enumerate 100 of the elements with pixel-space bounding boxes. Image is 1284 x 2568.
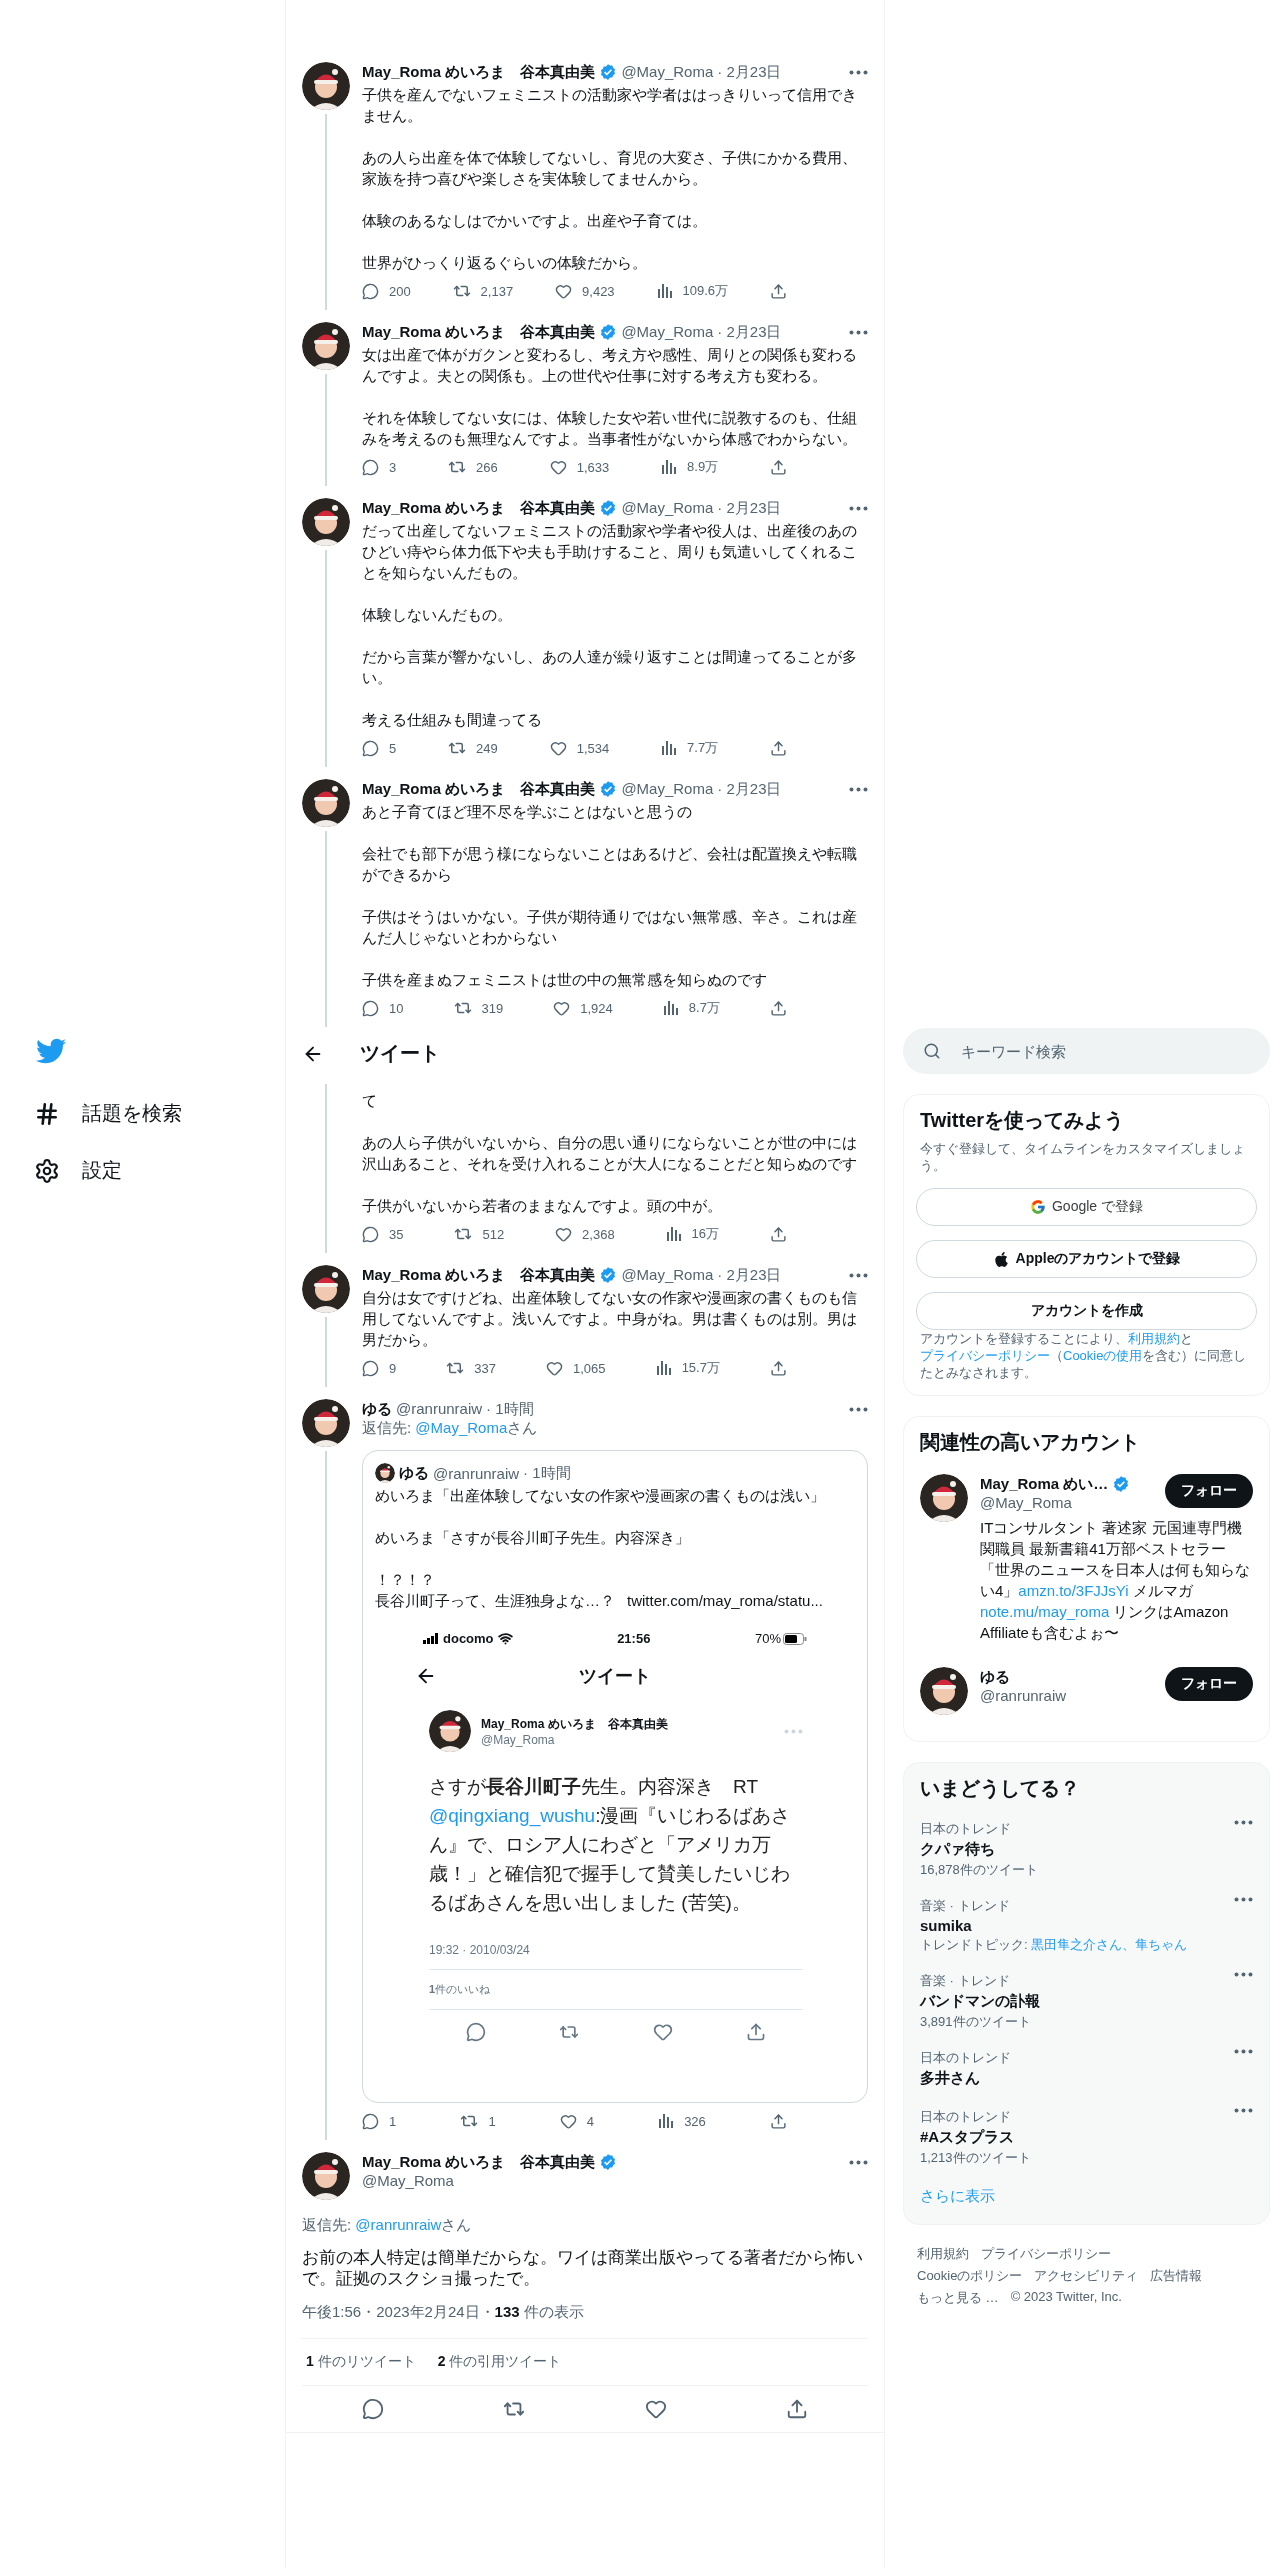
tweet-link[interactable]: twitter.com/may_roma/statu... [627, 1590, 823, 1611]
author-name[interactable]: May_Roma めいろま 谷本真由美 [362, 498, 596, 518]
tweet-text: あの人ら出産を体で体験してないし、育児の大変さ、子供にかかる費用、家族を持つ喜びや楽しさを実体験してませんから。 [362, 148, 858, 189]
author-name[interactable]: ゆる [362, 1399, 392, 1419]
reply-button[interactable]: 3 [362, 458, 397, 476]
views-button[interactable]: 8.7万 [662, 999, 720, 1017]
reply-button[interactable]: 35 [362, 1225, 404, 1243]
wifi-icon [497, 1631, 513, 1646]
reply-button[interactable]: 9 [362, 1359, 397, 1377]
share-button[interactable] [769, 2112, 787, 2130]
author-name[interactable]: May_Roma めいろま 谷本真由美 [362, 2152, 596, 2172]
more-icon[interactable] [1234, 1820, 1253, 1825]
trend-context: 音楽 · トレンド [920, 1897, 1011, 1915]
views-button[interactable]: 7.7万 [661, 739, 719, 757]
views-icon [661, 459, 678, 475]
views-button[interactable]: 109.6万 [656, 282, 729, 300]
more-icon[interactable] [1234, 1972, 1253, 1977]
footer-link[interactable]: 利用規約 [917, 2245, 969, 2263]
views-button[interactable]: 16万 [665, 1225, 720, 1243]
reply-icon [362, 458, 379, 476]
footer-link[interactable]: Cookieのポリシー [917, 2267, 1023, 2285]
trend-name[interactable]: sumika [920, 1917, 1234, 1934]
search-box[interactable]: キーワード検索 [903, 1028, 1270, 1074]
like-button[interactable]: 4 [559, 2112, 594, 2130]
retweet-button[interactable]: 1 [460, 2112, 496, 2130]
like-button[interactable]: 1,534 [549, 739, 610, 757]
like-button[interactable] [644, 2398, 667, 2420]
nav-item[interactable]: 設定 [34, 1153, 122, 1188]
more-icon[interactable] [1234, 2108, 1253, 2113]
nav-item[interactable]: 話題を検索 [34, 1096, 182, 1131]
more-icon[interactable] [1234, 2049, 1253, 2054]
reply-button[interactable]: 200 [362, 282, 411, 300]
account-name[interactable]: ゆる [980, 1667, 1010, 1687]
like-button[interactable]: 1,633 [549, 458, 610, 476]
retweet-button[interactable]: 319 [453, 999, 504, 1017]
like-button[interactable]: 2,368 [555, 1225, 615, 1243]
follow-button[interactable]: フォロー [1165, 1667, 1253, 1701]
author-handle: @May_Roma [621, 498, 714, 518]
more-icon[interactable] [849, 786, 868, 792]
author-handle: @May_Roma [621, 322, 714, 342]
engagement-link[interactable]: 2 件の引用ツイート [437, 2353, 562, 2371]
signup-button[interactable]: アカウントを作成 [916, 1292, 1257, 1330]
author-name[interactable]: May_Roma めいろま 谷本真由美 [362, 779, 596, 799]
engagement-link[interactable]: 1 件のリツイート [306, 2353, 416, 2371]
more-icon[interactable] [849, 69, 868, 75]
reply-button[interactable] [361, 2398, 384, 2420]
more-icon[interactable] [1234, 1897, 1253, 1902]
retweet-button[interactable]: 512 [454, 1225, 505, 1243]
more-icon[interactable] [849, 505, 868, 511]
account-name[interactable]: May_Roma めい… [980, 1474, 1109, 1494]
search-field[interactable]: キーワード検索 [959, 1041, 1250, 1061]
views-button[interactable]: 8.9万 [661, 458, 719, 476]
signup-button[interactable]: Google で登録 [916, 1188, 1257, 1226]
bird-logo[interactable] [36, 1036, 66, 1066]
retweet-button[interactable]: 266 [448, 458, 498, 476]
share-button[interactable] [770, 1225, 787, 1243]
share-button[interactable] [770, 999, 787, 1017]
reply-button[interactable]: 10 [362, 999, 404, 1017]
author-handle: @May_Roma [621, 62, 714, 82]
reply-button[interactable]: 5 [362, 739, 397, 757]
share-button[interactable] [770, 458, 787, 476]
author-name[interactable]: May_Roma めいろま 谷本真由美 [362, 322, 596, 342]
share-icon [770, 739, 787, 757]
tweet-text: て [362, 1091, 378, 1111]
share-button[interactable] [770, 739, 787, 757]
author-name[interactable]: May_Roma めいろま 谷本真由美 [362, 1265, 596, 1285]
like-button[interactable]: 9,423 [555, 282, 615, 300]
reply-button[interactable]: 1 [362, 2112, 397, 2130]
like-button[interactable]: 1,924 [553, 999, 613, 1017]
footer-link[interactable]: 広告情報 [1150, 2267, 1203, 2285]
retweet-button[interactable]: 337 [446, 1359, 496, 1377]
footer-link[interactable]: もっと見る … [917, 2289, 999, 2307]
views-button[interactable]: 15.7万 [655, 1359, 720, 1377]
signup-button[interactable]: Appleのアカウントで登録 [916, 1240, 1257, 1278]
tweet-text: あと子育てほど理不尽を学ぶことはないと思うの [362, 802, 693, 822]
trend-name[interactable]: クパァ待ち [920, 1840, 1234, 1859]
share-button[interactable] [769, 282, 787, 300]
more-icon[interactable] [849, 329, 868, 335]
tweet-time: · 2月23日 [717, 779, 782, 799]
views-icon [656, 283, 673, 299]
tweet-time: · 2月23日 [717, 498, 782, 518]
retweet-button[interactable]: 2,137 [452, 282, 514, 300]
more-icon[interactable] [849, 1272, 868, 1278]
views-button[interactable]: 326 [658, 2112, 706, 2130]
footer-link[interactable]: アクセシビリティ [1034, 2267, 1139, 2285]
more-icon[interactable] [849, 1406, 868, 1412]
like-button[interactable]: 1,065 [546, 1359, 606, 1377]
quoted-tweet[interactable] [362, 1450, 868, 2103]
share-button[interactable] [770, 1359, 787, 1377]
author-name[interactable]: May_Roma めいろま 谷本真由美 [362, 62, 596, 82]
trend-name[interactable]: 多井さん [920, 2069, 1234, 2088]
trend-name[interactable]: #Aスタプラス [920, 2128, 1234, 2147]
share-button[interactable] [786, 2398, 809, 2420]
trend-name[interactable]: バンドマンの訃報 [920, 1992, 1234, 2011]
tweet-text: 子供はそうはいかない。子供が期待通りではない無常感、辛さ。これは産んだ人じゃないとわからない [362, 907, 858, 948]
retweet-button[interactable]: 249 [448, 739, 498, 757]
follow-button[interactable]: フォロー [1165, 1474, 1253, 1508]
more-icon[interactable] [849, 2159, 868, 2165]
footer-link[interactable]: プライバシーポリシー [981, 2245, 1111, 2263]
tweet-text: めいろま「出産体験してない女の作家や漫画家の書くものは浅い」 [375, 1486, 826, 1506]
